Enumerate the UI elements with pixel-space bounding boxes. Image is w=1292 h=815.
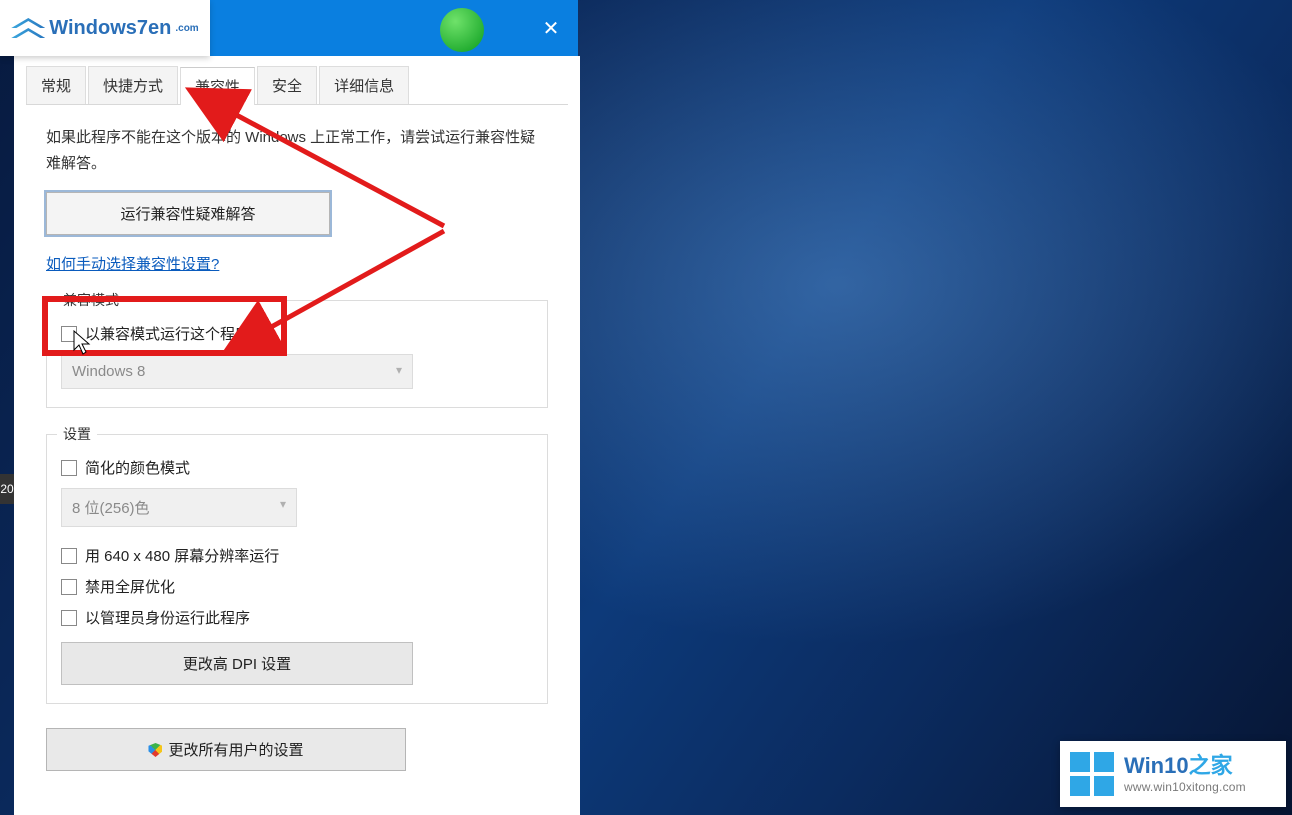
tab-bar: 常规 快捷方式 兼容性 安全 详细信息 [26,66,568,105]
close-icon: ✕ [543,16,560,41]
tab-security[interactable]: 安全 [257,66,317,104]
change-all-users-button[interactable]: 更改所有用户的设置 [46,728,406,771]
app-icon [440,8,484,52]
low-res-row[interactable]: 用 640 x 480 屏幕分辨率运行 [61,545,533,566]
watermark-tl-text: Windows7en [49,17,171,40]
change-dpi-button[interactable]: 更改高 DPI 设置 [61,642,413,685]
disable-fullscreen-checkbox[interactable] [61,579,77,595]
dialog-body: 如果此程序不能在这个版本的 Windows 上正常工作，请尝试运行兼容性疑难解答… [26,125,568,771]
compat-os-select[interactable]: Windows 8 [61,354,413,389]
watermark-br-title: Win10之家 [1124,754,1246,778]
compat-mode-checkbox[interactable] [61,326,77,342]
windows-logo-icon [1070,752,1114,796]
left-edge-label: 20 [0,474,14,504]
watermark-br-url: www.win10xitong.com [1124,781,1246,794]
run-admin-label: 以管理员身份运行此程序 [85,607,250,628]
compat-description: 如果此程序不能在这个版本的 Windows 上正常工作，请尝试运行兼容性疑难解答… [46,125,548,176]
reduced-color-label: 简化的颜色模式 [85,457,190,478]
windows7en-logo: Windows7en .com [11,17,198,40]
low-res-checkbox[interactable] [61,548,77,564]
watermark-top-left: Windows7en .com [0,0,210,56]
color-depth-select[interactable]: 8 位(256)色 [61,488,297,527]
run-admin-row[interactable]: 以管理员身份运行此程序 [61,607,533,628]
reduced-color-row[interactable]: 简化的颜色模式 [61,457,533,478]
tab-general[interactable]: 常规 [26,66,86,104]
manual-compat-link[interactable]: 如何手动选择兼容性设置? [46,253,548,274]
tab-details[interactable]: 详细信息 [319,66,409,104]
settings-legend: 设置 [57,424,97,444]
compat-mode-checkbox-label: 以兼容模式运行这个程序: [85,323,254,344]
shield-icon [148,743,162,757]
settings-group: 设置 简化的颜色模式 8 位(256)色 用 640 x 480 屏幕分辨率运行… [46,434,548,704]
run-troubleshooter-button[interactable]: 运行兼容性疑难解答 [46,192,330,235]
tab-compatibility[interactable]: 兼容性 [180,67,255,105]
close-button[interactable]: ✕ [536,14,566,42]
run-admin-checkbox[interactable] [61,610,77,626]
disable-fullscreen-row[interactable]: 禁用全屏优化 [61,576,533,597]
roof-icon [11,18,45,38]
watermark-bottom-right: Win10之家 www.win10xitong.com [1060,741,1286,807]
disable-fullscreen-label: 禁用全屏优化 [85,576,175,597]
compat-mode-group: 兼容模式 以兼容模式运行这个程序: Windows 8 [46,300,548,408]
reduced-color-checkbox[interactable] [61,460,77,476]
low-res-label: 用 640 x 480 屏幕分辨率运行 [85,545,279,566]
properties-dialog: 常规 快捷方式 兼容性 安全 详细信息 如果此程序不能在这个版本的 Window… [14,56,580,815]
compat-mode-legend: 兼容模式 [57,290,125,310]
compat-mode-checkbox-row[interactable]: 以兼容模式运行这个程序: [61,323,533,344]
tab-shortcut[interactable]: 快捷方式 [88,66,178,104]
watermark-tl-com: .com [175,23,198,34]
